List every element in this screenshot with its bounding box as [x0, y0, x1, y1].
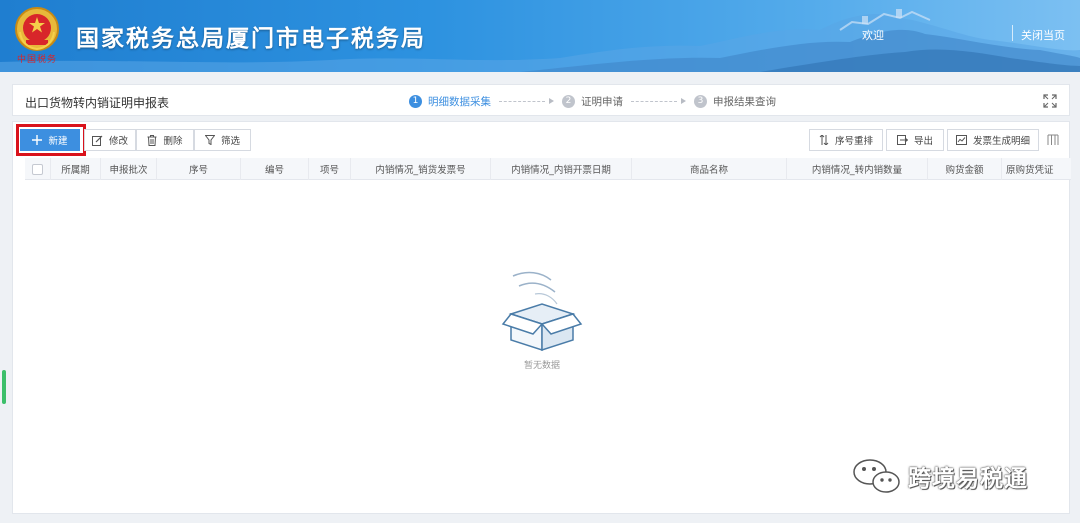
edit-button[interactable]: 修改 — [84, 129, 136, 151]
filter-button[interactable]: 筛选 — [194, 129, 251, 151]
step-number: 1 — [409, 94, 422, 108]
export-button-label: 导出 — [913, 136, 933, 147]
expand-icon[interactable] — [1043, 94, 1057, 108]
plus-icon — [32, 135, 43, 145]
column-header[interactable]: 内销情况_销货发票号 — [351, 158, 491, 180]
column-header[interactable]: 所属期 — [51, 158, 101, 180]
empty-state: 暂无数据 — [497, 270, 587, 371]
tax-emblem-icon — [15, 7, 59, 51]
filter-button-label: 筛选 — [220, 136, 240, 147]
column-header[interactable]: 项号 — [309, 158, 351, 180]
chart-icon — [955, 135, 967, 145]
reorder-button-label: 序号重排 — [834, 136, 873, 147]
wechat-icon — [853, 459, 900, 493]
header-divider — [1012, 25, 1013, 41]
column-header[interactable]: 序号 — [157, 158, 241, 180]
step-indicator: 1 明细数据采集 2 证明申请 3 申报结果查询 — [409, 92, 776, 110]
select-all-cell — [25, 158, 51, 180]
step-3[interactable]: 3 申报结果查询 — [694, 94, 776, 109]
export-icon — [896, 135, 908, 145]
select-all-checkbox[interactable] — [32, 163, 43, 175]
column-header[interactable]: 编号 — [241, 158, 309, 180]
column-header[interactable]: 购货金额 — [928, 158, 1002, 180]
arrow-right-icon — [549, 98, 554, 104]
close-page-link[interactable]: 关闭当页 — [1021, 27, 1065, 43]
column-header[interactable]: 商品名称 — [632, 158, 787, 180]
title-bar: 出口货物转内销证明申报表 1 明细数据采集 2 证明申请 3 申报结果查询 — [12, 84, 1070, 116]
step-connector — [499, 100, 545, 102]
generate-detail-button-label: 发票生成明细 — [972, 136, 1030, 147]
new-button-label: 新建 — [48, 136, 68, 147]
step-connector — [631, 100, 677, 102]
emblem-caption: 中国税务 — [17, 55, 58, 65]
sort-icon — [819, 135, 829, 145]
step-label: 申报结果查询 — [713, 95, 776, 108]
main-panel: 新建 修改 删除 筛选 序号重排 导出 发票生成明细 所属期 申报批次 序号 编… — [12, 121, 1071, 514]
step-number: 2 — [562, 94, 575, 108]
column-header[interactable]: 原购货凭证 — [1002, 158, 1071, 180]
generate-detail-button[interactable]: 发票生成明细 — [947, 129, 1039, 151]
column-settings-icon[interactable] — [1047, 134, 1059, 146]
table-header: 所属期 申报批次 序号 编号 项号 内销情况_销货发票号 内销情况_内销开票日期… — [25, 158, 1071, 180]
step-label: 明细数据采集 — [428, 95, 491, 108]
column-header[interactable]: 内销情况_转内销数量 — [787, 158, 928, 180]
edit-button-label: 修改 — [108, 136, 128, 147]
trash-icon — [147, 134, 157, 146]
new-button[interactable]: 新建 — [20, 129, 80, 151]
delete-button-label: 删除 — [163, 136, 183, 147]
watermark-text: 跨境易税通 — [908, 466, 1028, 492]
empty-box-icon — [501, 271, 583, 352]
header-banner: 中国税务 国家税务总局厦门市电子税务局 欢迎 关闭当页 — [0, 0, 1080, 72]
page-title: 出口货物转内销证明申报表 — [25, 96, 170, 110]
step-2[interactable]: 2 证明申请 — [562, 94, 623, 109]
step-label: 证明申请 — [581, 95, 623, 108]
side-drag-handle[interactable] — [2, 370, 6, 404]
delete-button[interactable]: 删除 — [136, 129, 194, 151]
reorder-button[interactable]: 序号重排 — [809, 129, 883, 151]
edit-icon — [91, 135, 103, 146]
watermark: 跨境易税通 — [852, 457, 1028, 495]
step-1[interactable]: 1 明细数据采集 — [409, 94, 491, 109]
filter-icon — [204, 135, 215, 145]
site-title: 国家税务总局厦门市电子税务局 — [76, 26, 426, 52]
arrow-right-icon — [681, 98, 686, 104]
column-header[interactable]: 申报批次 — [101, 158, 157, 180]
export-button[interactable]: 导出 — [886, 129, 944, 151]
step-number: 3 — [694, 94, 707, 108]
empty-text: 暂无数据 — [523, 361, 560, 371]
column-header[interactable]: 内销情况_内销开票日期 — [491, 158, 632, 180]
welcome-text: 欢迎 — [862, 29, 884, 42]
